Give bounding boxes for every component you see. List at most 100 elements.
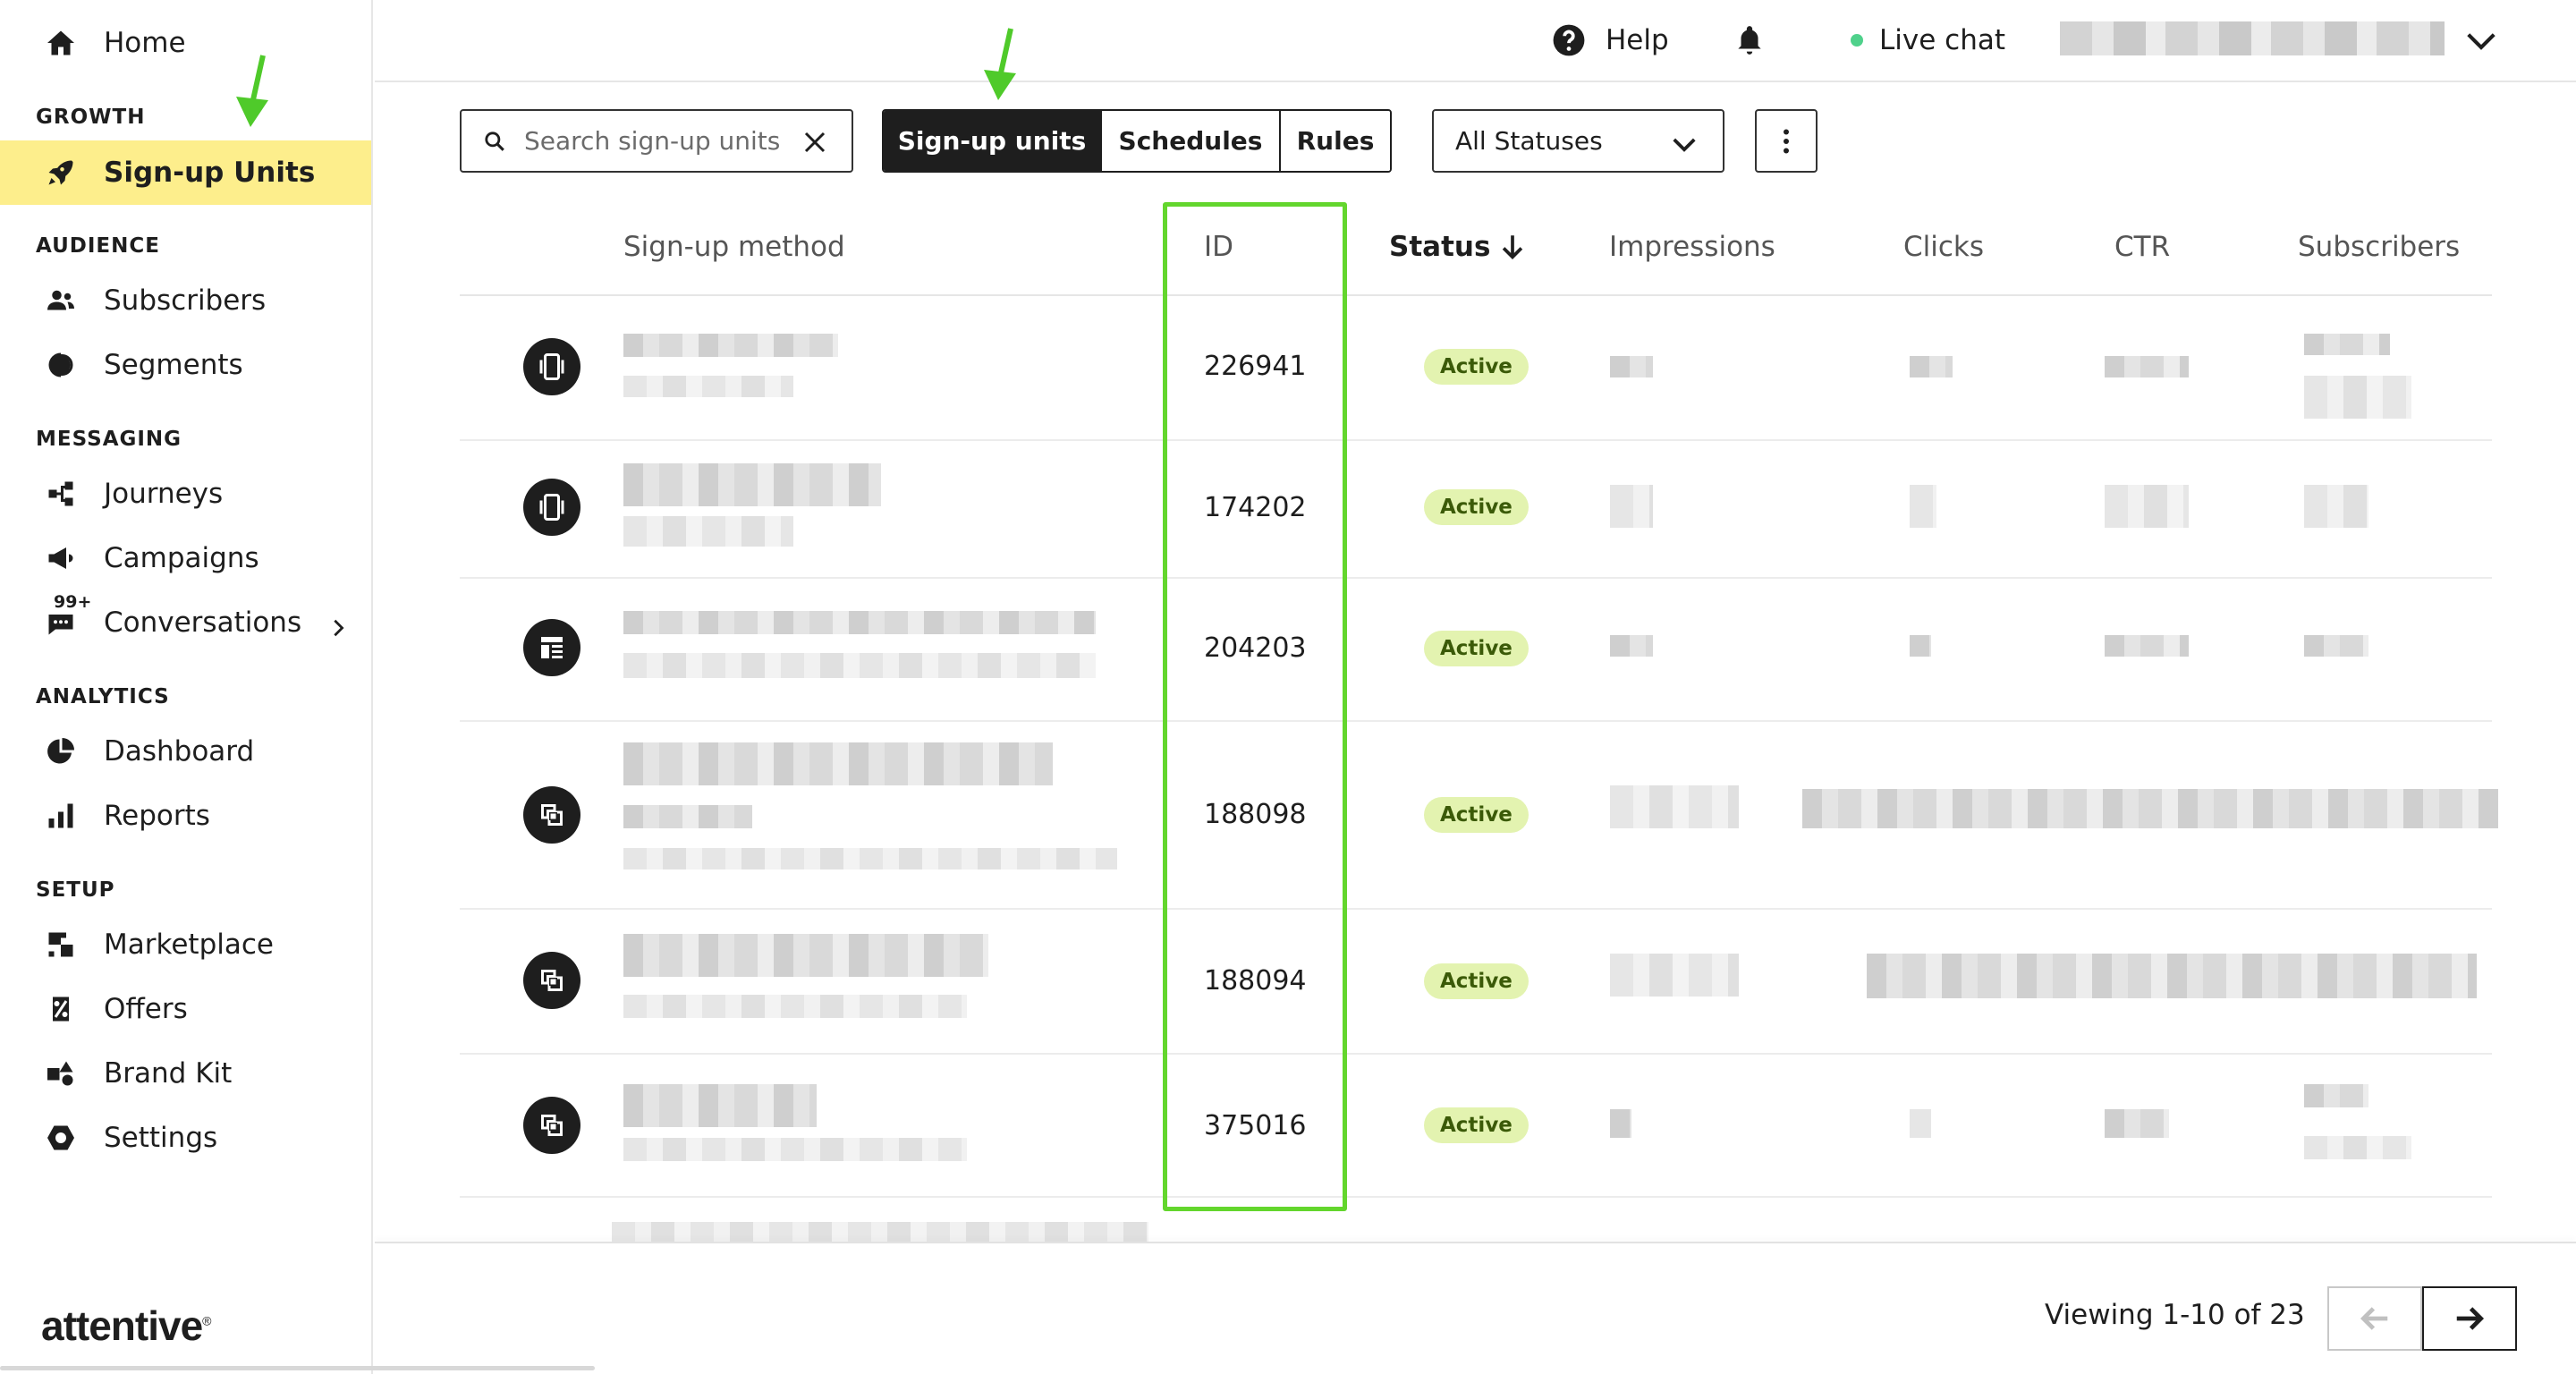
column-header-status[interactable]: Status	[1389, 231, 1528, 263]
redacted-method-detail	[623, 516, 793, 547]
status-filter-select[interactable]: All Statuses	[1432, 109, 1724, 173]
next-page-button[interactable]	[2422, 1286, 2517, 1351]
form-layout-icon	[523, 619, 580, 676]
redacted-impressions	[1610, 635, 1653, 657]
arrow-right-icon	[2456, 1307, 2485, 1330]
column-header-impressions[interactable]: Impressions	[1609, 231, 1775, 263]
redacted-next-row	[612, 1222, 1148, 1242]
kebab-menu-icon	[1784, 129, 1789, 153]
redacted-method-name	[623, 742, 1053, 785]
section-title-analytics: ANALYTICS	[36, 685, 170, 708]
marketplace-icon	[43, 927, 79, 963]
sidebar-item-label: Campaigns	[104, 542, 259, 574]
redacted-subscribers	[2304, 334, 2390, 355]
redacted-clicks	[1910, 485, 1936, 528]
tab-rules[interactable]: Rules	[1281, 111, 1390, 171]
help-button[interactable]: Help	[1552, 18, 1669, 63]
bar-chart-icon	[43, 798, 79, 834]
sidebar: Home GROWTH Sign-up Units AUDIENCE Subsc…	[0, 0, 373, 1374]
redacted-method-detail	[623, 376, 793, 397]
live-chat-button[interactable]: Live chat	[1851, 18, 2005, 63]
sidebar-item-segments[interactable]: Segments	[0, 333, 371, 397]
redacted-method-name	[623, 463, 881, 506]
sidebar-item-home[interactable]: Home	[0, 11, 371, 75]
sidebar-item-dashboard[interactable]: Dashboard	[0, 719, 371, 784]
more-options-button[interactable]	[1755, 109, 1818, 173]
view-tabs: Sign-up units Schedules Rules	[882, 109, 1392, 173]
integration-icon	[523, 786, 580, 844]
sort-down-arrow-icon	[1503, 235, 1523, 259]
column-header-method[interactable]: Sign-up method	[623, 231, 845, 263]
sidebar-item-signup-units[interactable]: Sign-up Units	[0, 140, 371, 205]
notifications-button[interactable]	[1733, 18, 1767, 63]
help-label: Help	[1606, 24, 1669, 56]
integration-icon	[523, 1097, 580, 1154]
account-name-redacted[interactable]	[2060, 21, 2445, 55]
status-filter-value: All Statuses	[1455, 126, 1603, 156]
redacted-subscribers	[2304, 635, 2368, 657]
pagination-summary: Viewing 1-10 of 23	[2045, 1299, 2305, 1331]
annotation-arrow-tab	[984, 28, 1016, 100]
clear-search-icon[interactable]	[801, 129, 828, 156]
mobile-icon	[523, 479, 580, 536]
arrow-left-icon	[2360, 1307, 2388, 1330]
mobile-icon	[523, 338, 580, 395]
redacted-metrics-strip	[1867, 954, 2477, 998]
redacted-method-detail	[623, 1138, 967, 1161]
redacted-impressions	[1610, 954, 1739, 997]
redacted-ctr	[2105, 356, 2189, 377]
account-menu-toggle[interactable]	[2464, 18, 2498, 63]
redacted-method-name	[623, 1084, 817, 1127]
id-column-highlight	[1163, 202, 1347, 1211]
redacted-impressions	[1610, 1109, 1631, 1138]
redacted-ctr	[2105, 635, 2189, 657]
conversations-badge: 99+	[54, 592, 92, 612]
search-input[interactable]	[524, 126, 784, 156]
tab-schedules[interactable]: Schedules	[1102, 111, 1281, 171]
status-badge: Active	[1424, 349, 1529, 385]
column-header-subscribers[interactable]: Subscribers	[2298, 231, 2460, 263]
redacted-subscribers-detail	[2304, 376, 2411, 419]
header-divider	[460, 294, 2492, 296]
attentive-logo: attentive®	[41, 1302, 212, 1349]
tab-signup-units[interactable]: Sign-up units	[884, 111, 1102, 171]
rocket-icon	[43, 155, 79, 191]
column-header-clicks[interactable]: Clicks	[1903, 231, 1984, 263]
sidebar-item-subscribers[interactable]: Subscribers	[0, 268, 371, 333]
integration-icon	[523, 952, 580, 1009]
status-badge: Active	[1424, 489, 1529, 525]
redacted-subscribers	[2304, 485, 2368, 528]
percent-tag-icon	[43, 991, 79, 1027]
chevron-right-icon[interactable]	[328, 613, 348, 637]
redacted-method-name	[623, 934, 988, 977]
sidebar-item-offers[interactable]: Offers	[0, 977, 371, 1041]
section-title-messaging: MESSAGING	[36, 428, 182, 451]
column-header-ctr[interactable]: CTR	[2114, 231, 2170, 263]
sidebar-item-conversations[interactable]: 99+ Conversations	[0, 590, 371, 655]
redacted-clicks	[1910, 356, 1953, 377]
sidebar-item-label: Subscribers	[104, 284, 267, 317]
sidebar-item-journeys[interactable]: Journeys	[0, 462, 371, 526]
redacted-ctr	[2105, 1109, 2169, 1138]
status-badge: Active	[1424, 797, 1529, 833]
search-field[interactable]	[460, 109, 853, 173]
sidebar-item-label: Offers	[104, 993, 188, 1025]
sidebar-item-campaigns[interactable]: Campaigns	[0, 526, 371, 590]
sidebar-item-reports[interactable]: Reports	[0, 784, 371, 848]
previous-page-button[interactable]	[2327, 1286, 2422, 1351]
sidebar-item-label: Journeys	[104, 478, 224, 510]
help-icon	[1553, 24, 1585, 56]
sidebar-item-brand-kit[interactable]: Brand Kit	[0, 1041, 371, 1106]
redacted-clicks	[1910, 635, 1931, 657]
sidebar-item-settings[interactable]: Settings	[0, 1106, 371, 1170]
row-divider	[460, 1053, 2492, 1055]
annotation-arrow-sidebar	[236, 55, 268, 127]
redacted-impressions	[1610, 785, 1739, 828]
journeys-icon	[43, 476, 79, 512]
gear-icon	[43, 1120, 79, 1156]
status-badge: Active	[1424, 1107, 1529, 1143]
sidebar-scrollbar[interactable]	[0, 1366, 595, 1370]
chevron-down-icon	[1673, 138, 1696, 152]
sidebar-item-marketplace[interactable]: Marketplace	[0, 912, 371, 977]
redacted-metrics-strip	[1802, 789, 2498, 828]
